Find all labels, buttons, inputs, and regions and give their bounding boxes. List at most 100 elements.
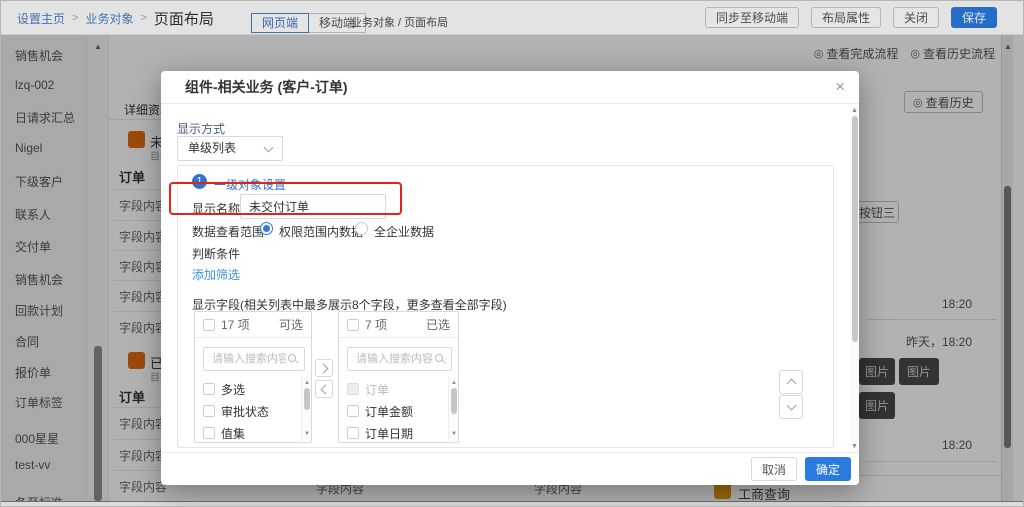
- divider: [114, 280, 162, 281]
- page-scrollbar-thumb[interactable]: [1004, 186, 1011, 448]
- sidebar-item[interactable]: 交付单: [15, 238, 51, 255]
- move-left-button[interactable]: [315, 380, 333, 398]
- available-search: [203, 347, 305, 371]
- timestamp: 18:20: [942, 297, 972, 311]
- timestamp: 18:20: [942, 438, 972, 452]
- sidebar-item[interactable]: 销售机会: [15, 47, 63, 64]
- scroll-up-icon[interactable]: ▲: [451, 379, 457, 387]
- select-all-checkbox[interactable]: [203, 319, 215, 331]
- breadcrumb-settings-home[interactable]: 设置主页: [17, 10, 65, 27]
- level-one-settings-section: 1 一级对象设置 显示名称 数据查看范围 权限范围内数据 全企业数据 判断条件 …: [177, 165, 834, 448]
- selected-tag: 已选: [426, 316, 450, 333]
- sidebar-item[interactable]: 订单标签: [15, 394, 63, 411]
- current-layout-label: 业务对象 / 页面布局: [351, 14, 448, 30]
- button-three[interactable]: 按钮三: [855, 201, 899, 223]
- field-option[interactable]: 多选: [195, 378, 301, 400]
- page-scrollbar: ▲: [1001, 35, 1013, 501]
- field-checkbox[interactable]: [203, 405, 215, 417]
- move-up-button[interactable]: [779, 370, 803, 394]
- scroll-down-icon[interactable]: ▼: [451, 430, 457, 438]
- sidebar-item[interactable]: 000星星: [15, 430, 59, 447]
- cancel-button[interactable]: 取消: [751, 457, 797, 481]
- scroll-down-icon[interactable]: ▼: [851, 443, 858, 451]
- field-option[interactable]: 值集: [195, 422, 301, 444]
- field-checkbox[interactable]: [203, 383, 215, 395]
- display-mode-select[interactable]: 单级列表: [177, 136, 283, 161]
- scroll-up-icon[interactable]: ▲: [94, 43, 102, 51]
- move-right-button[interactable]: [315, 359, 333, 377]
- page-title: 页面布局: [154, 8, 214, 29]
- sidebar-item[interactable]: 日请求汇总: [15, 109, 75, 126]
- image-chip[interactable]: 图片: [859, 392, 895, 419]
- sidebar-item[interactable]: test-vv: [15, 458, 50, 472]
- sidebar-item[interactable]: 合同: [15, 333, 39, 350]
- available-tag: 可选: [279, 316, 303, 333]
- view-history-button[interactable]: ◎ 查看历史: [904, 91, 983, 113]
- sidebar-scrollbar-thumb[interactable]: [94, 346, 102, 501]
- chevron-down-icon: [264, 143, 274, 153]
- sidebar-item[interactable]: 联系人: [15, 206, 51, 223]
- confirm-button[interactable]: 确定: [805, 457, 851, 481]
- view-history-label: 查看历史: [926, 94, 974, 111]
- image-chip[interactable]: 图片: [899, 358, 939, 385]
- move-down-button[interactable]: [779, 395, 803, 419]
- top-toolbar: 设置主页 > 业务对象 > 页面布局 网页端 移动端 业务对象 / 页面布局 同…: [1, 1, 1024, 35]
- radio-permission-scope-label[interactable]: 权限范围内数据: [279, 223, 363, 240]
- page-layout-editor: 设置主页 > 业务对象 > 页面布局 网页端 移动端 业务对象 / 页面布局 同…: [0, 0, 1024, 507]
- add-filter-link[interactable]: 添加筛选: [192, 266, 240, 283]
- list-scrollbar-thumb[interactable]: [451, 388, 457, 414]
- field-option-label: 审批状态: [221, 403, 269, 420]
- list-scrollbar-thumb[interactable]: [304, 388, 310, 410]
- image-chip[interactable]: 图片: [859, 358, 895, 385]
- field-checkbox[interactable]: [347, 405, 359, 417]
- modal-scrollbar-thumb[interactable]: [852, 116, 858, 342]
- field-option-label: 订单: [365, 381, 389, 398]
- sidebar-scrollbar: ▲: [87, 35, 109, 501]
- search-icon: [435, 354, 443, 362]
- divider: [114, 470, 162, 471]
- sidebar-item[interactable]: lzq-002: [15, 78, 54, 92]
- field-option: 订单: [339, 378, 448, 400]
- sync-to-mobile-button[interactable]: 同步至移动端: [705, 7, 799, 28]
- display-name-input[interactable]: [240, 194, 386, 219]
- view-complete-flow-link[interactable]: ◎ 查看完成流程: [814, 45, 899, 62]
- breadcrumb-separator: >: [72, 12, 78, 24]
- scroll-down-icon[interactable]: ▼: [304, 430, 310, 438]
- radio-permission-scope[interactable]: [260, 222, 273, 235]
- toolbar-actions: 同步至移动端 布局属性 关闭 保存: [705, 7, 997, 28]
- save-button[interactable]: 保存: [951, 7, 997, 28]
- available-fields-list: 17 项 可选 多选 审批状态: [194, 311, 312, 443]
- chevron-down-icon: [786, 401, 796, 411]
- sidebar-item[interactable]: 销售机会: [15, 271, 63, 288]
- field-row: 字段内容: [119, 197, 167, 214]
- field-checkbox[interactable]: [347, 427, 359, 439]
- divider: [114, 407, 162, 408]
- layout-properties-button[interactable]: 布局属性: [811, 7, 881, 28]
- sidebar-item[interactable]: 报价单: [15, 364, 51, 381]
- view-history-flow-link[interactable]: ◎ 查看历史流程: [910, 45, 995, 62]
- radio-all-company[interactable]: [355, 222, 368, 235]
- sidebar-item[interactable]: 回款计划: [15, 302, 63, 319]
- field-option[interactable]: 审批状态: [195, 400, 301, 422]
- chevron-left-icon: [320, 384, 330, 394]
- radio-all-company-label[interactable]: 全企业数据: [374, 223, 434, 240]
- scroll-up-icon[interactable]: ▲: [1004, 43, 1012, 51]
- tab-web[interactable]: 网页端: [251, 13, 309, 33]
- close-button[interactable]: 关闭: [893, 7, 939, 28]
- scroll-up-icon[interactable]: ▲: [304, 379, 310, 387]
- select-all-checkbox[interactable]: [347, 319, 359, 331]
- field-row: 字段内容: [119, 319, 167, 336]
- field-option[interactable]: 订单日期: [339, 422, 448, 444]
- breadcrumb-business-objects[interactable]: 业务对象: [85, 10, 133, 27]
- close-icon[interactable]: ×: [835, 71, 845, 102]
- scroll-up-icon[interactable]: ▲: [851, 107, 858, 115]
- field-row: 字段内容: [119, 415, 167, 432]
- sidebar-item[interactable]: Nigel: [15, 141, 42, 155]
- object-icon: [128, 131, 145, 148]
- field-checkbox[interactable]: [203, 427, 215, 439]
- object-icon: [128, 352, 145, 369]
- field-option[interactable]: 订单金额: [339, 400, 448, 422]
- modal-body: 显示方式 单级列表 1 一级对象设置 显示名称 数据查看范围 权限范围内数据 全…: [161, 104, 859, 485]
- sidebar-item[interactable]: 下级客户: [15, 173, 63, 190]
- field-option-label: 订单金额: [365, 403, 413, 420]
